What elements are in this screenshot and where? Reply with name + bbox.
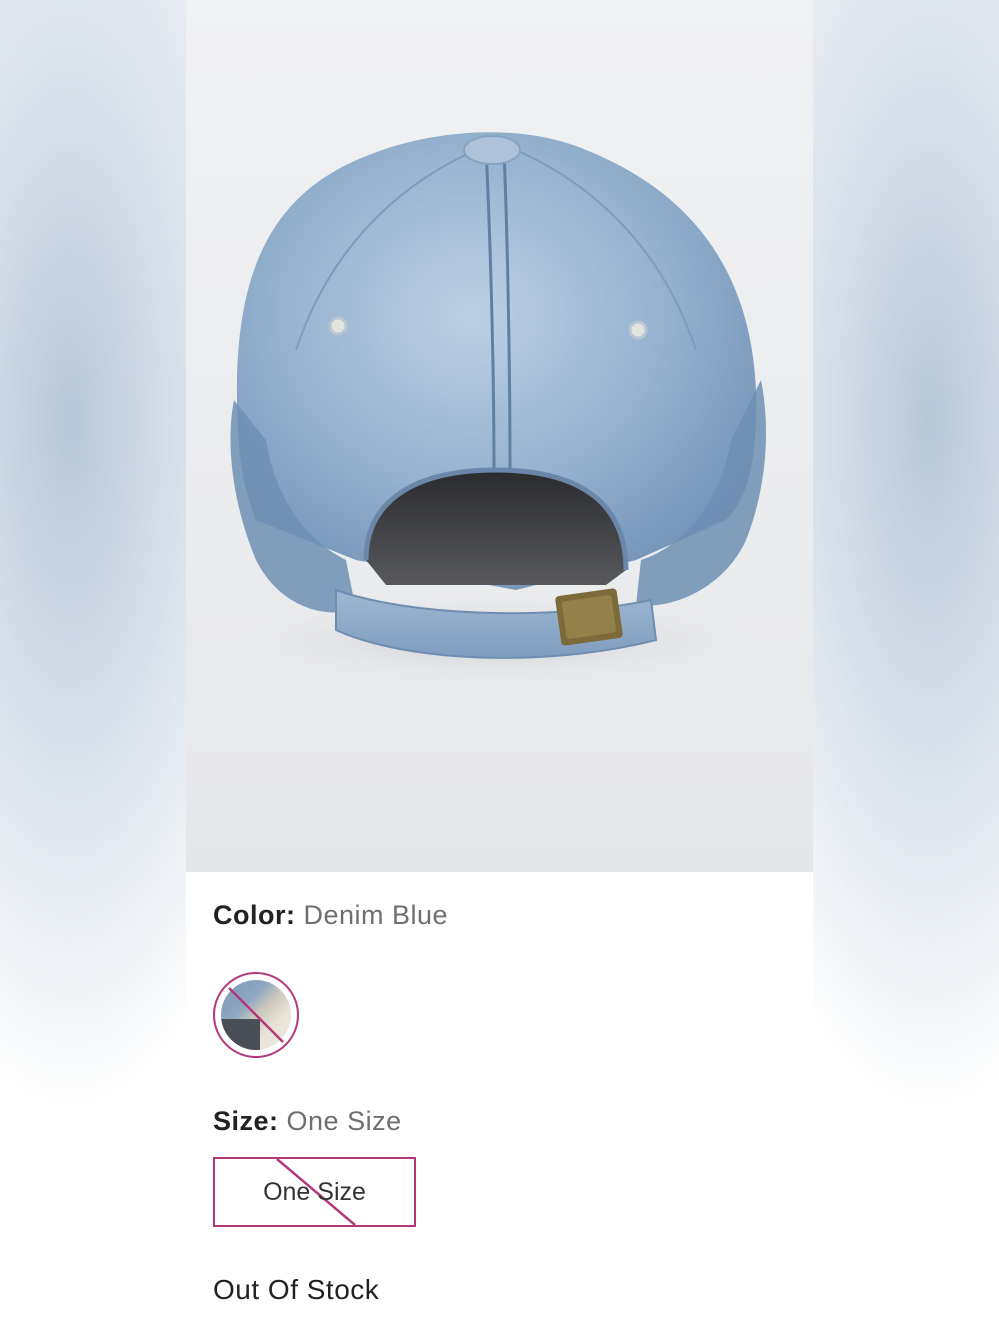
color-swatch-denim-blue[interactable] <box>213 972 299 1058</box>
size-value: One Size <box>286 1106 402 1136</box>
product-panel: Color: Denim Blue Size: One Size One Size … <box>186 0 813 1333</box>
size-row: Size: One Size <box>213 1106 402 1137</box>
size-option-button[interactable]: One Size <box>213 1157 416 1227</box>
color-label: Color: <box>213 900 296 930</box>
size-label: Size: <box>213 1106 279 1136</box>
color-row: Color: Denim Blue <box>213 900 448 931</box>
cap-illustration <box>206 132 786 690</box>
unavailable-slash-icon <box>228 987 284 1043</box>
size-option-label: One Size <box>263 1177 366 1206</box>
stock-status: Out Of Stock <box>213 1274 380 1305</box>
color-value: Denim Blue <box>303 900 449 930</box>
product-image[interactable] <box>186 0 813 872</box>
